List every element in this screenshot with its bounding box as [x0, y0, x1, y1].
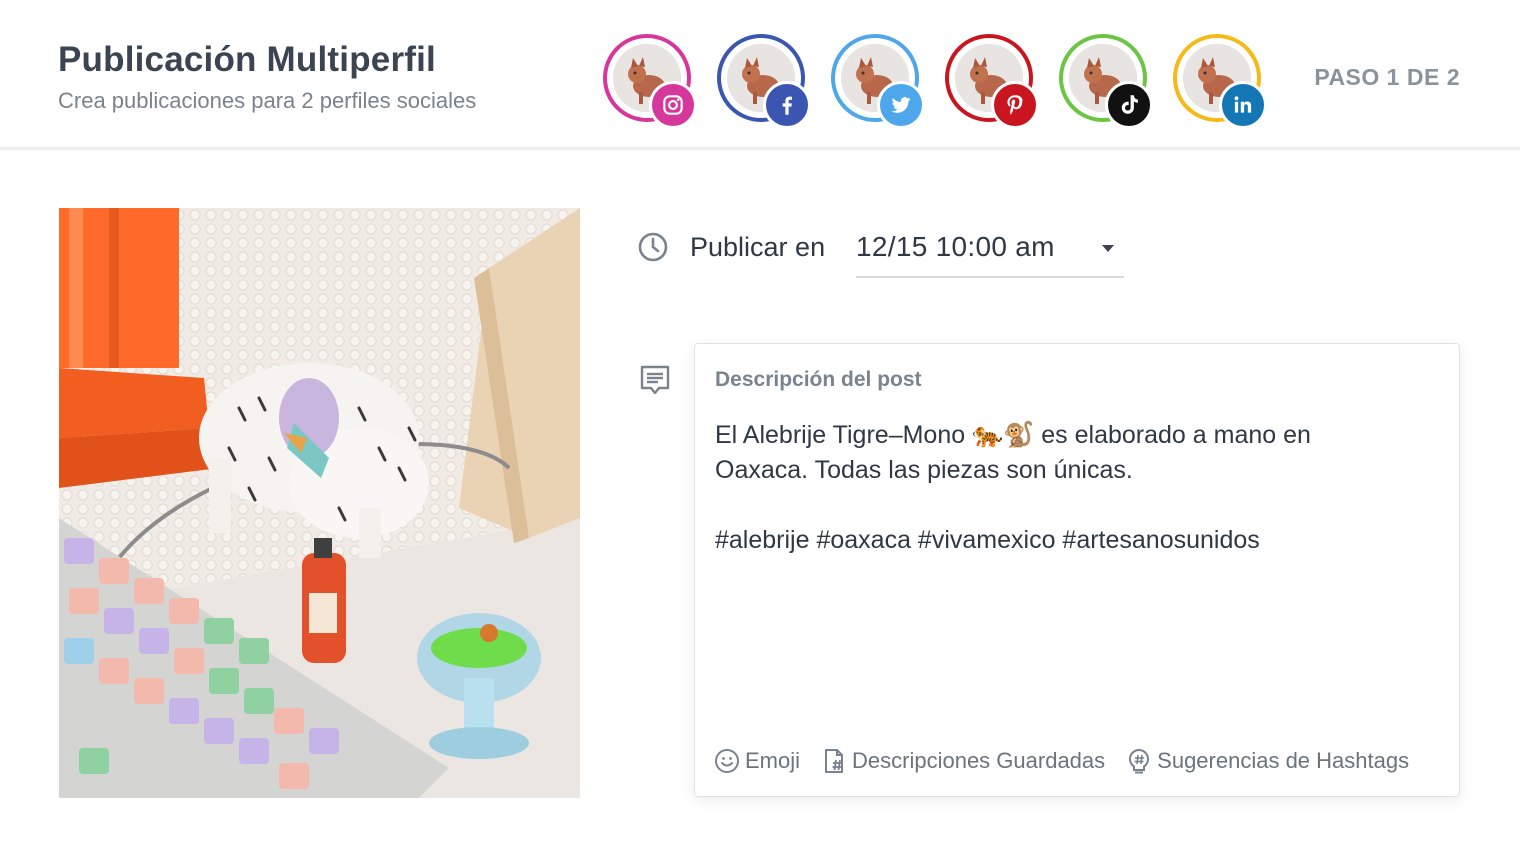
publish-label: Publicar en — [690, 232, 826, 262]
saved-descriptions-button[interactable]: Descripciones Guardadas — [820, 747, 1105, 775]
profile-linkedin[interactable] — [1173, 34, 1267, 129]
hashtag-suggestions-label: Sugerencias de Hashtags — [1157, 748, 1410, 773]
profile-pinterest[interactable] — [945, 34, 1039, 129]
step-indicator: PASO 1 DE 2 — [1314, 64, 1460, 90]
description-label: Descripción del post — [715, 368, 922, 391]
post-image[interactable] — [59, 208, 580, 798]
instagram-icon — [649, 81, 697, 129]
page-subtitle: Crea publicaciones para 2 perfiles socia… — [58, 88, 477, 113]
pinterest-icon — [991, 81, 1039, 129]
smiley-icon — [715, 749, 739, 773]
facebook-icon — [763, 81, 811, 129]
saved-descriptions-label: Descripciones Guardadas — [852, 748, 1106, 773]
header: Publicación Multiperfil Crea publicacion… — [0, 0, 1520, 150]
lightbulb-hash-icon — [1129, 748, 1150, 774]
linkedin-icon — [1219, 81, 1267, 129]
profile-instagram[interactable] — [603, 34, 697, 129]
twitter-icon — [877, 81, 925, 129]
profile-tiktok[interactable] — [1059, 34, 1153, 129]
clock-icon — [638, 232, 668, 262]
description-card: Descripción del post El Alebrije Tigre–M… — [694, 343, 1460, 797]
description-textarea[interactable]: El Alebrije Tigre–Mono 🐅🐒 es elaborado a… — [715, 418, 1415, 558]
message-icon — [640, 365, 670, 395]
profile-facebook[interactable] — [717, 34, 811, 129]
page-title: Publicación Multiperfil — [58, 40, 436, 79]
alebrije-photo — [59, 208, 580, 798]
schedule-value: 12/15 10:00 am — [856, 231, 1055, 262]
document-hash-icon — [825, 749, 844, 773]
caret-down-icon — [1102, 245, 1114, 252]
emoji-button[interactable]: Emoji — [713, 747, 800, 775]
emoji-label: Emoji — [745, 748, 801, 773]
profile-twitter[interactable] — [831, 34, 925, 129]
schedule-dropdown[interactable]: 12/15 10:00 am — [856, 226, 1124, 278]
hashtag-suggestions-button[interactable]: Sugerencias de Hashtags — [1125, 747, 1409, 775]
description-toolbar: Emoji Descripciones Guardadas Sugerencia… — [713, 744, 1429, 778]
tiktok-icon — [1105, 81, 1153, 129]
